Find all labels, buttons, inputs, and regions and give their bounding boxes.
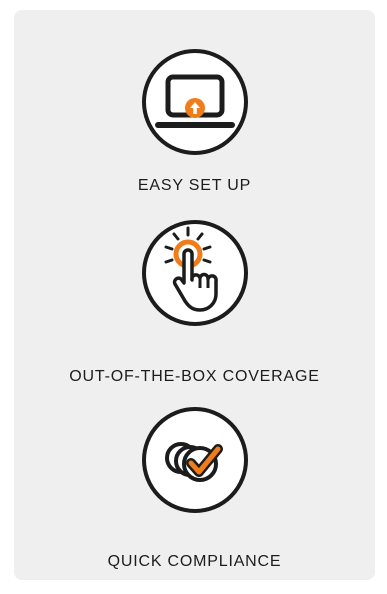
feature-label: EASY SET UP: [137, 177, 252, 194]
feature-quick-compliance: QUICK COMPLIANCE: [14, 405, 375, 575]
features-panel: EASY SET UP OUT-OF-THE-BOX COVERAGE QUIC…: [14, 10, 375, 580]
touch-hand-icon: [141, 220, 248, 326]
feature-out-of-the-box-coverage: OUT-OF-THE-BOX COVERAGE: [14, 218, 375, 388]
feature-label: OUT-OF-THE-BOX COVERAGE: [69, 368, 320, 385]
feature-easy-set-up: EASY SET UP: [14, 47, 375, 207]
check-stack-icon: [141, 407, 248, 513]
feature-label: QUICK COMPLIANCE: [107, 553, 282, 570]
monitor-upload-icon: [141, 49, 248, 155]
